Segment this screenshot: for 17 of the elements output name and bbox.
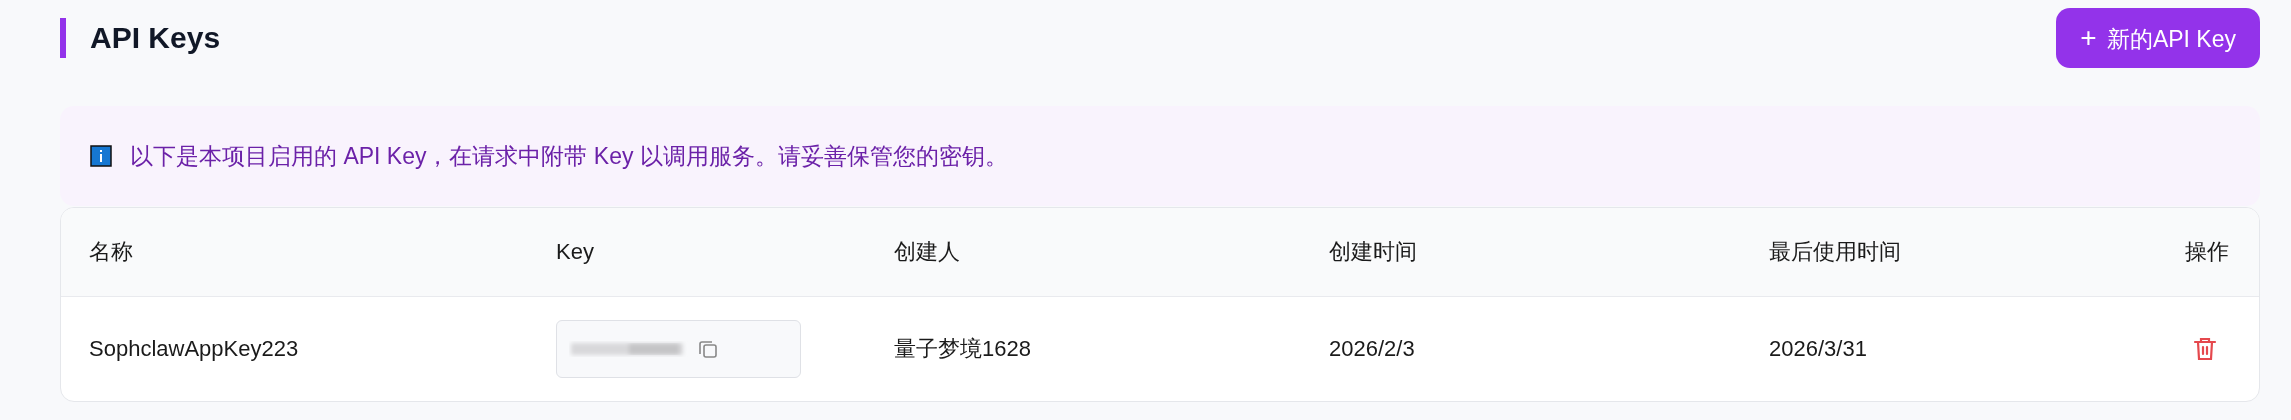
table-cell-text: SophclawAppKey223 xyxy=(88,336,300,362)
column-header: 创建人 xyxy=(893,238,961,266)
title-accent-bar xyxy=(60,18,66,58)
delete-icon[interactable] xyxy=(2193,336,2217,362)
column-header: 名称 xyxy=(88,238,134,266)
info-icon xyxy=(90,145,112,167)
column-header: 创建时间 xyxy=(1328,238,1418,266)
page-title: API Keys xyxy=(90,21,221,55)
column-header: 最后使用时间 xyxy=(1768,238,1902,266)
column-header: Key xyxy=(555,239,595,265)
notice-text: 以下是本项目启用的 API Key，在请求中附带 Key 以调用服务。请妥善保管您的密钥。 xyxy=(130,141,1008,171)
table-cell-text: 2026/2/3 xyxy=(1328,336,1416,362)
copy-icon[interactable] xyxy=(697,338,719,360)
table-cell-text: 量子梦境1628 xyxy=(893,335,1032,363)
new-api-key-button[interactable]: + 新的API Key xyxy=(2056,8,2260,68)
column-header: 操作 xyxy=(2184,238,2230,266)
table-cell-text: 2026/3/31 xyxy=(1768,336,1868,362)
